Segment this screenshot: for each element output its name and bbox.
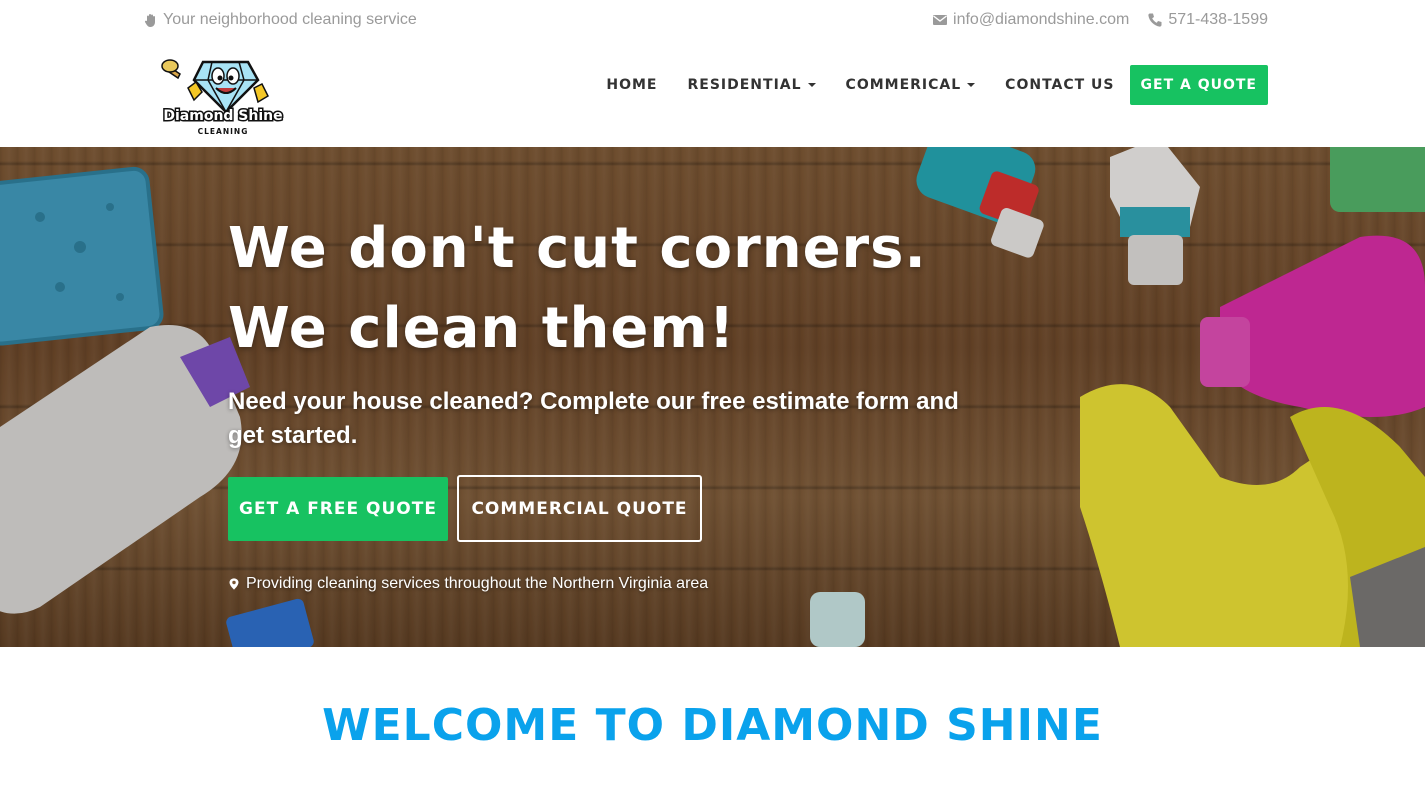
tagline-text: Your neighborhood cleaning service [163,11,417,28]
map-marker-icon [229,578,239,590]
email-text: info@diamondshine.com [953,11,1130,28]
hero-headline: We don't cut corners. We clean them! [228,209,988,369]
service-area: Providing cleaning services throughout t… [228,575,988,593]
nav-commercial[interactable]: COMMERICAL [831,65,991,105]
caret-down-icon [967,83,976,87]
hero-headline-line1: We don't cut corners. [228,216,927,281]
get-free-quote-button[interactable]: GET A FREE QUOTE [228,477,448,541]
caret-down-icon [807,83,816,87]
welcome-heading: WELCOME TO DIAMOND SHINE [322,700,1103,751]
nav-home-label: HOME [606,77,658,93]
nav-home[interactable]: HOME [591,65,672,105]
hand-icon [144,14,155,27]
top-bar: Your neighborhood cleaning service info@… [0,0,1428,40]
nav-commercial-label: COMMERICAL [845,77,962,93]
nav-contact[interactable]: CONTACT US [990,65,1129,105]
commercial-quote-button[interactable]: COMMERCIAL QUOTE [457,475,702,542]
logo-sub: CLEANING [198,127,249,136]
nav-residential-label: RESIDENTIAL [687,77,802,93]
nav-residential[interactable]: RESIDENTIAL [672,65,830,105]
hero-headline-line2: We clean them! [228,296,736,361]
service-area-text: Providing cleaning services throughout t… [246,575,709,592]
phone-text: 571-438-1599 [1168,11,1268,28]
tagline: Your neighborhood cleaning service [143,11,417,29]
hero-cta-row: GET A FREE QUOTE COMMERCIAL QUOTE [228,475,988,542]
diamond-shine-logo[interactable]: Diamond Shine CLEANING [158,54,288,138]
phone-link[interactable]: 571-438-1599 [1147,11,1268,29]
logo-name: Diamond Shine [163,108,282,124]
hero-banner: We don't cut corners. We clean them! Nee… [0,147,1425,647]
envelope-icon [933,15,948,25]
email-link[interactable]: info@diamondshine.com [932,11,1129,29]
phone-icon [1148,13,1162,27]
hero-content: We don't cut corners. We clean them! Nee… [228,209,988,593]
hero-subhead: Need your house cleaned? Complete our fr… [228,388,959,449]
nav-contact-label: CONTACT US [1005,77,1115,93]
contact-info: info@diamondshine.com 571-438-1599 [932,11,1268,29]
get-a-quote-button[interactable]: GET A QUOTE [1129,65,1268,105]
main-nav: HOME RESIDENTIAL COMMERICAL CONTACT US G… [591,65,1268,105]
site-header: Diamond Shine CLEANING HOME RESIDENTIAL … [0,40,1428,147]
